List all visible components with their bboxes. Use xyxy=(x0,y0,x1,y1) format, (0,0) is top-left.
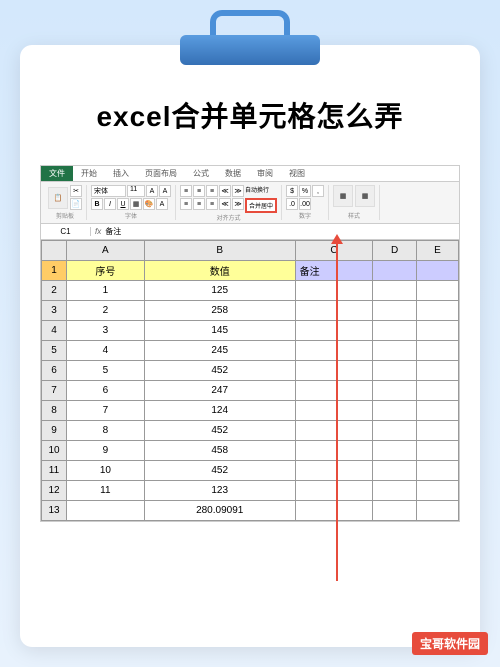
ribbon-tabs: 文件 开始 插入 页面布局 公式 数据 审阅 视图 xyxy=(41,166,459,182)
currency-icon[interactable]: $ xyxy=(286,185,298,197)
excel-window: 文件 开始 插入 页面布局 公式 数据 审阅 视图 📋 ✂ 📄 剪贴板 xyxy=(40,165,460,522)
table-row: 43145 xyxy=(42,321,459,341)
tab-review[interactable]: 审阅 xyxy=(249,166,281,181)
tab-view[interactable]: 视图 xyxy=(281,166,313,181)
tab-file[interactable]: 文件 xyxy=(41,166,73,181)
ribbon-content: 📋 ✂ 📄 剪贴板 宋体 11 A A xyxy=(41,182,459,224)
dec-inc-icon[interactable]: .0 xyxy=(286,198,298,210)
tab-formula[interactable]: 公式 xyxy=(185,166,217,181)
corner-cell[interactable] xyxy=(42,241,67,261)
col-B[interactable]: B xyxy=(144,241,295,261)
align-top-icon[interactable]: ≡ xyxy=(180,185,192,197)
paste-icon[interactable]: 📋 xyxy=(48,187,68,209)
formula-value: 备注 xyxy=(105,226,121,237)
cut-icon[interactable]: ✂ xyxy=(70,185,82,197)
group-alignment: ≡ ≡ ≡ ≪ ≫ 自动换行 ≡ ≡ ≡ ≪ ≫ 合并居中 xyxy=(176,185,282,220)
col-D[interactable]: D xyxy=(373,241,417,261)
group-clipboard: 📋 ✂ 📄 剪贴板 xyxy=(44,185,87,220)
table-row: 98452 xyxy=(42,421,459,441)
group-font: 宋体 11 A A B I U ▦ 🎨 A 字体 xyxy=(87,185,176,220)
number-label: 数字 xyxy=(286,211,324,220)
cell-A1[interactable]: 序号 xyxy=(67,261,145,281)
cell-C1[interactable]: 备注 xyxy=(295,261,373,281)
align-right-icon[interactable]: ≡ xyxy=(206,198,218,210)
clipboard-clip xyxy=(180,10,320,60)
group-number: $ % , .0 .00 数字 xyxy=(282,185,329,220)
tab-layout[interactable]: 页面布局 xyxy=(137,166,185,181)
wrap-text-btn[interactable]: 自动换行 xyxy=(245,185,269,197)
spreadsheet[interactable]: A B C D E 1 序号 数值 备注 21125 32258 43145 5… xyxy=(41,240,459,521)
fx-icon[interactable]: fx xyxy=(95,227,101,236)
font-shrink-icon[interactable]: A xyxy=(159,185,171,197)
border-icon[interactable]: ▦ xyxy=(130,198,142,210)
styles-label: 样式 xyxy=(333,211,375,220)
indent3-icon[interactable]: ≫ xyxy=(232,198,244,210)
table-row: 1 序号 数值 备注 xyxy=(42,261,459,281)
clipboard-label: 剪贴板 xyxy=(48,211,82,220)
table-row: 1211123 xyxy=(42,481,459,501)
font-name[interactable]: 宋体 xyxy=(91,185,126,197)
column-header-row: A B C D E xyxy=(42,241,459,261)
percent-icon[interactable]: % xyxy=(299,185,311,197)
tab-insert[interactable]: 插入 xyxy=(105,166,137,181)
underline-icon[interactable]: U xyxy=(117,198,129,210)
tab-data[interactable]: 数据 xyxy=(217,166,249,181)
cell-reference[interactable]: C1 xyxy=(41,227,91,236)
italic-icon[interactable]: I xyxy=(104,198,116,210)
indent-inc-icon[interactable]: ≫ xyxy=(232,185,244,197)
cond-format-icon[interactable]: ▦ xyxy=(333,185,353,207)
cell-B1[interactable]: 数值 xyxy=(144,261,295,281)
indent2-icon[interactable]: ≪ xyxy=(219,198,231,210)
table-row: 13280.09091 xyxy=(42,501,459,521)
group-styles: ▦ ▦ 样式 xyxy=(329,185,380,220)
arrow-line xyxy=(336,241,338,581)
col-E[interactable]: E xyxy=(416,241,458,261)
cell-E1[interactable] xyxy=(416,261,458,281)
align-bot-icon[interactable]: ≡ xyxy=(206,185,218,197)
col-A[interactable]: A xyxy=(67,241,145,261)
formula-bar-row: C1 fx 备注 xyxy=(41,224,459,240)
comma-icon[interactable]: , xyxy=(312,185,324,197)
indent-dec-icon[interactable]: ≪ xyxy=(219,185,231,197)
table-row: 76247 xyxy=(42,381,459,401)
merge-center-button[interactable]: 合并居中 xyxy=(245,198,277,213)
row-header[interactable]: 1 xyxy=(42,261,67,281)
table-row: 109458 xyxy=(42,441,459,461)
dec-dec-icon[interactable]: .00 xyxy=(299,198,311,210)
align-mid-icon[interactable]: ≡ xyxy=(193,185,205,197)
table-row: 87124 xyxy=(42,401,459,421)
format-table-icon[interactable]: ▦ xyxy=(355,185,375,207)
tab-home[interactable]: 开始 xyxy=(73,166,105,181)
page-title: excel合并单元格怎么弄 xyxy=(40,95,460,135)
font-label: 字体 xyxy=(91,211,171,220)
cell-D1[interactable] xyxy=(373,261,417,281)
font-grow-icon[interactable]: A xyxy=(146,185,158,197)
bold-icon[interactable]: B xyxy=(91,198,103,210)
align-label: 对齐方式 xyxy=(180,213,277,222)
copy-icon[interactable]: 📄 xyxy=(70,198,82,210)
table-row: 21125 xyxy=(42,281,459,301)
font-size[interactable]: 11 xyxy=(127,185,145,197)
watermark: 宝哥软件园 xyxy=(412,632,488,655)
table-row: 32258 xyxy=(42,301,459,321)
font-color-icon[interactable]: A xyxy=(156,198,168,210)
table-row: 54245 xyxy=(42,341,459,361)
fill-icon[interactable]: 🎨 xyxy=(143,198,155,210)
table-row: 65452 xyxy=(42,361,459,381)
align-left-icon[interactable]: ≡ xyxy=(180,198,192,210)
table-row: 1110452 xyxy=(42,461,459,481)
align-center-icon[interactable]: ≡ xyxy=(193,198,205,210)
formula-bar[interactable]: fx 备注 xyxy=(91,226,459,237)
paper-card: excel合并单元格怎么弄 文件 开始 插入 页面布局 公式 数据 审阅 视图 … xyxy=(20,45,480,647)
